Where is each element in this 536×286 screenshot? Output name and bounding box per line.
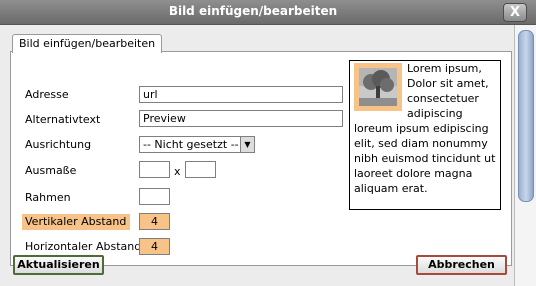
chevron-down-icon: ▼ [240,137,254,152]
close-button[interactable]: X [503,3,527,22]
alt-input[interactable] [139,110,343,127]
align-selected: -- Nicht gesetzt -- [143,138,239,151]
vspace-label: Vertikaler Abstand [22,214,131,230]
vertical-scrollbar[interactable] [514,25,536,286]
align-select[interactable]: -- Nicht gesetzt -- ▼ [139,136,255,153]
tab-general[interactable]: Bild einfügen/bearbeiten [12,34,163,53]
width-input[interactable] [139,161,170,178]
height-input[interactable] [185,161,216,178]
source-label: Adresse [25,88,69,101]
dimensions-separator: x [174,165,181,178]
hspace-label: Horizontaler Abstand [25,240,142,253]
source-input[interactable] [139,86,343,103]
tree-image-icon [354,63,402,111]
image-preview: Lorem ipsum, Dolor sit amet, consectetue… [349,60,501,210]
align-label: Ausrichtung [25,138,92,151]
cancel-button[interactable]: Abbrechen [416,255,507,275]
alt-label: Alternativtext [25,113,101,126]
border-input[interactable] [139,188,170,205]
tab-panel: Adresse Alternativtext Ausrichtung -- Ni… [10,51,512,266]
hspace-input[interactable] [139,238,170,255]
window-title: Bild einfügen/bearbeiten [168,4,338,18]
vspace-input[interactable] [139,213,170,230]
border-label: Rahmen [25,191,71,204]
dimensions-label: Ausmaße [25,164,77,177]
scrollbar-thumb[interactable] [518,30,534,202]
title-bar: Bild einfügen/bearbeiten X [0,0,536,25]
update-button[interactable]: Aktualisieren [13,255,104,275]
dialog-content: Bild einfügen/bearbeiten Adresse Alterna… [0,25,513,286]
